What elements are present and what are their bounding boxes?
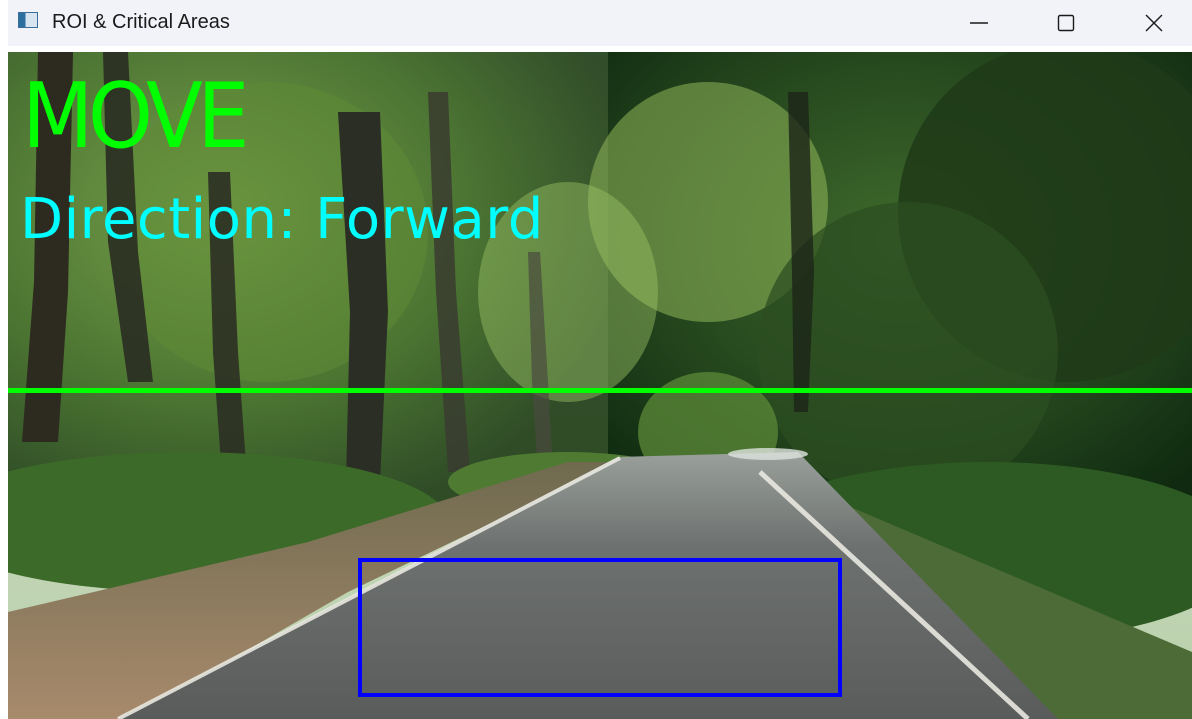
status-label: MOVE	[22, 64, 250, 169]
close-icon	[1145, 14, 1163, 32]
minimize-button[interactable]	[946, 0, 1012, 46]
threshold-line	[8, 388, 1192, 393]
window-title: ROI & Critical Areas	[52, 11, 230, 33]
app-window-icon	[18, 12, 38, 28]
app-window: ROI & Critical Areas MOVE Direction: For…	[0, 0, 1192, 719]
title-bar[interactable]: ROI & Critical Areas	[8, 0, 1192, 46]
maximize-icon	[1057, 14, 1075, 32]
video-frame: MOVE Direction: Forward	[8, 52, 1192, 719]
direction-label: Direction: Forward	[20, 187, 544, 252]
roi-critical-area-box	[358, 558, 842, 697]
close-button[interactable]	[1121, 0, 1187, 46]
maximize-button[interactable]	[1033, 0, 1099, 46]
minimize-icon	[970, 22, 988, 24]
